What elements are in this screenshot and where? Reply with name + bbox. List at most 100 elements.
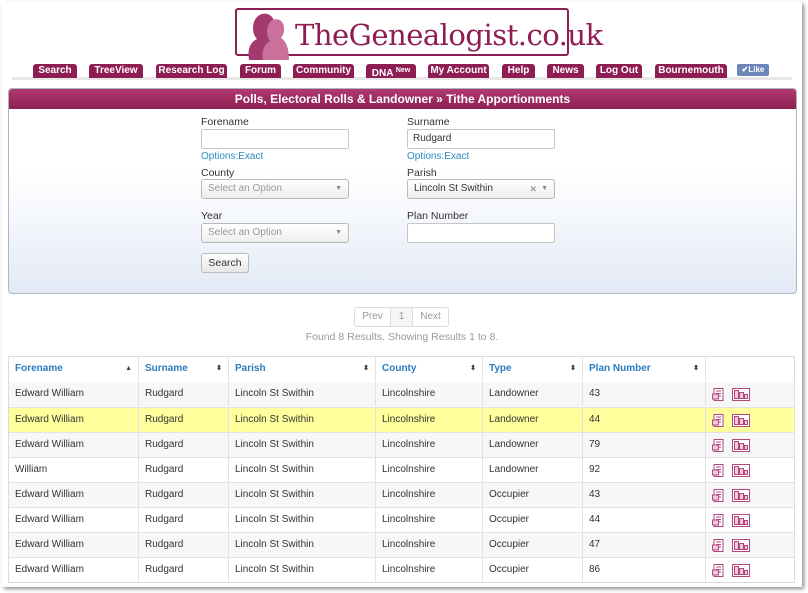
- cell-surname: Rudgard: [138, 483, 228, 507]
- year-label: Year: [201, 210, 223, 222]
- cell-county: Lincolnshire: [375, 533, 482, 557]
- year-select[interactable]: Select an Option ▼: [201, 223, 349, 243]
- sort-asc-icon: ▲: [125, 365, 132, 372]
- map-icon[interactable]: [732, 539, 750, 552]
- row-actions: [705, 558, 795, 582]
- like-button[interactable]: ✔Like: [737, 64, 769, 76]
- transcript-icon[interactable]: [712, 539, 725, 552]
- nav-my-account[interactable]: My Account: [428, 64, 489, 78]
- cell-parish: Lincoln St Swithin: [228, 558, 375, 582]
- surname-label: Surname: [407, 116, 450, 128]
- cell-plan-number: 86: [582, 558, 705, 582]
- table-row[interactable]: Edward William Rudgard Lincoln St Swithin L…: [9, 557, 794, 582]
- table-row[interactable]: Edward William Rudgard Lincoln St Swithin L…: [9, 507, 794, 532]
- sort-icon: ⬍: [470, 365, 476, 372]
- cell-parish: Lincoln St Swithin: [228, 458, 375, 482]
- cell-county: Lincolnshire: [375, 408, 482, 432]
- cell-forename: Edward William: [15, 489, 84, 500]
- table-row[interactable]: William Rudgard Lincoln St Swithin Lincolns…: [9, 457, 794, 482]
- chevron-down-icon: ▼: [335, 185, 342, 192]
- cell-surname: Rudgard: [138, 558, 228, 582]
- nav-forum[interactable]: Forum: [240, 64, 281, 78]
- parish-select[interactable]: Lincoln St Swithin ✕ ▼: [407, 179, 555, 199]
- header-county[interactable]: County ⬍: [375, 357, 482, 381]
- cell-surname: Rudgard: [138, 533, 228, 557]
- header-surname-label: Surname: [145, 363, 188, 374]
- cell-county: Lincolnshire: [375, 458, 482, 482]
- transcript-icon[interactable]: [712, 414, 725, 427]
- cell-surname: Rudgard: [138, 458, 228, 482]
- nav-research-log[interactable]: Research Log: [156, 64, 227, 78]
- plan-number-input[interactable]: [407, 223, 555, 243]
- county-label: County: [201, 167, 235, 179]
- table-row[interactable]: Edward William Rudgard Lincoln St Swithin L…: [9, 432, 794, 457]
- transcript-icon[interactable]: [712, 439, 725, 452]
- nav-help[interactable]: Help: [502, 64, 535, 78]
- map-icon[interactable]: [732, 514, 750, 527]
- surname-options-link[interactable]: Options:Exact: [407, 151, 469, 162]
- header-plan-number[interactable]: Plan Number ⬍: [582, 357, 705, 381]
- transcript-icon[interactable]: [712, 464, 725, 477]
- header-surname[interactable]: Surname ⬍: [138, 357, 228, 381]
- table-row[interactable]: Edward William Rudgard Lincoln St Swithin L…: [9, 532, 794, 557]
- map-icon[interactable]: [732, 414, 750, 427]
- transcript-icon[interactable]: [712, 564, 725, 577]
- sort-icon: ⬍: [216, 365, 222, 372]
- next-button[interactable]: Next: [413, 308, 448, 326]
- table-row[interactable]: Edward William Rudgard Lincoln St Swithin L…: [9, 482, 794, 507]
- search-panel: Polls, Electoral Rolls & Landowner » Tit…: [8, 88, 797, 294]
- cell-county: Lincolnshire: [375, 382, 482, 406]
- transcript-icon[interactable]: [712, 388, 725, 401]
- nav-log-out[interactable]: Log Out: [596, 64, 642, 78]
- cell-parish: Lincoln St Swithin: [228, 408, 375, 432]
- table-row[interactable]: Edward William Rudgard Lincoln St Swithin L…: [9, 407, 794, 432]
- transcript-icon[interactable]: [712, 514, 725, 527]
- nav-bournemouth[interactable]: Bournemouth: [655, 64, 727, 78]
- table-header: Forename ▲ Surname ⬍ Parish ⬍ County ⬍ Type ⬍…: [9, 357, 794, 382]
- table-row[interactable]: Edward William Rudgard Lincoln St Swithin L…: [9, 382, 794, 407]
- header-type-label: Type: [489, 363, 512, 374]
- row-actions: [705, 483, 795, 507]
- cell-plan-number: 44: [582, 408, 705, 432]
- clear-icon[interactable]: ✕: [529, 180, 537, 198]
- site-logo[interactable]: TheGenealogist.co.uk: [235, 8, 603, 60]
- like-label: Like: [748, 65, 765, 74]
- cell-type: Occupier: [482, 508, 582, 532]
- cell-forename: Edward William: [15, 388, 84, 399]
- header-parish[interactable]: Parish ⬍: [228, 357, 375, 381]
- map-icon[interactable]: [732, 489, 750, 502]
- nav-dna[interactable]: DNA New: [366, 64, 416, 79]
- header-forename[interactable]: Forename ▲: [9, 357, 138, 381]
- map-icon[interactable]: [732, 439, 750, 452]
- cell-type: Landowner: [482, 433, 582, 457]
- prev-button[interactable]: Prev: [355, 308, 391, 326]
- cell-type: Landowner: [482, 458, 582, 482]
- cell-forename: William: [15, 464, 48, 475]
- map-icon[interactable]: [732, 464, 750, 477]
- search-button[interactable]: Search: [201, 253, 249, 273]
- logo-text: TheGenealogist.co.uk: [295, 18, 603, 52]
- row-actions: [705, 382, 795, 406]
- county-select[interactable]: Select an Option ▼: [201, 179, 349, 199]
- cell-county: Lincolnshire: [375, 433, 482, 457]
- table-body: Edward William Rudgard Lincoln St Swithin L…: [9, 382, 794, 582]
- page-1-button[interactable]: 1: [391, 308, 413, 326]
- cell-parish: Lincoln St Swithin: [228, 533, 375, 557]
- chevron-down-icon: ▼: [541, 185, 548, 192]
- transcript-icon[interactable]: [712, 489, 725, 502]
- map-icon[interactable]: [732, 564, 750, 577]
- nav-community[interactable]: Community: [293, 64, 354, 78]
- pagination: Prev 1 Next: [354, 307, 449, 327]
- forename-input[interactable]: [201, 129, 349, 149]
- results-summary: Found 8 Results. Showing Results 1 to 8.: [305, 331, 499, 343]
- nav-search[interactable]: Search: [33, 64, 77, 78]
- nav-news[interactable]: News: [547, 64, 584, 78]
- forename-options-link[interactable]: Options:Exact: [201, 151, 263, 162]
- nav-treeview[interactable]: TreeView: [89, 64, 143, 78]
- cell-forename: Edward William: [15, 414, 84, 425]
- surname-input[interactable]: Rudgard: [407, 129, 555, 149]
- map-icon[interactable]: [732, 388, 750, 401]
- header-type[interactable]: Type ⬍: [482, 357, 582, 381]
- main-nav: Search TreeView Research Log Forum Commu…: [2, 64, 802, 80]
- cell-plan-number: 43: [582, 483, 705, 507]
